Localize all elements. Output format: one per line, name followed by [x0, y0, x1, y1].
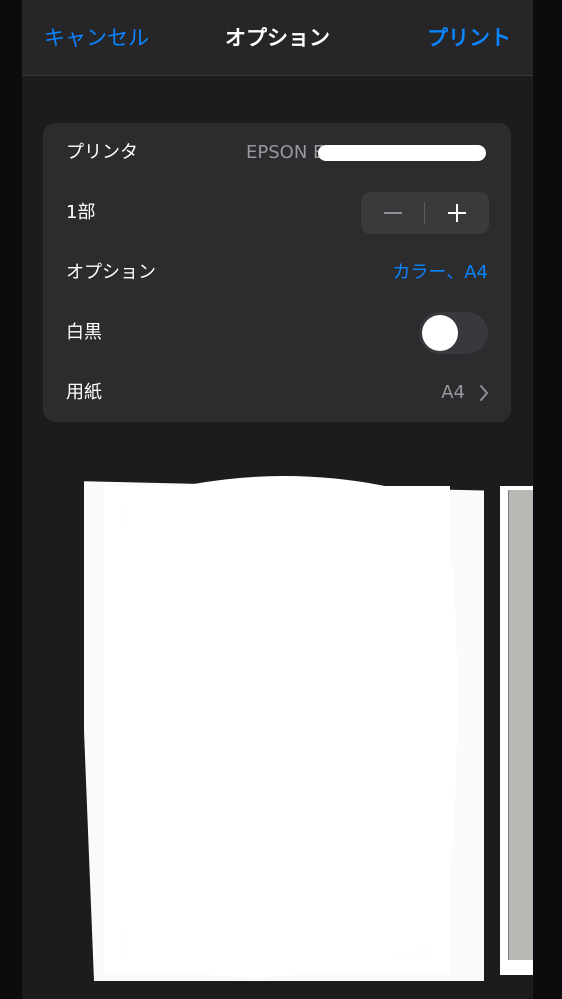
page-preview[interactable]	[84, 476, 484, 981]
increment-button[interactable]	[425, 192, 489, 234]
paper-value: A4	[441, 382, 465, 403]
bw-toggle[interactable]	[419, 312, 488, 354]
plus-icon	[448, 204, 466, 222]
options-value[interactable]: カラー、A4	[392, 243, 488, 303]
navigation-bar: キャンセル オプション プリント	[22, 0, 533, 76]
printer-row[interactable]: プリンタ EPSON EP	[43, 123, 511, 183]
decrement-button[interactable]	[361, 192, 425, 234]
bw-label: 白黒	[66, 322, 102, 343]
print-options-sheet: キャンセル オプション プリント プリンタ EPSON EP 1部 オプション …	[22, 0, 533, 999]
options-row[interactable]: オプション カラー、A4	[43, 243, 511, 303]
minus-icon	[384, 212, 402, 214]
copies-stepper[interactable]	[361, 192, 489, 234]
copies-label: 1部	[66, 202, 96, 223]
page-preview-2[interactable]	[500, 486, 533, 975]
paper-row[interactable]: 用紙 A4	[43, 363, 511, 423]
settings-card: プリンタ EPSON EP 1部 オプション カラー、A4 白黒 用紙 A4	[43, 123, 511, 422]
options-label: オプション	[66, 262, 156, 283]
redaction-scribble	[84, 476, 484, 981]
print-button[interactable]: プリント	[427, 22, 511, 52]
printer-label: プリンタ	[66, 142, 138, 163]
paper-label: 用紙	[66, 382, 102, 403]
redaction-mark	[318, 145, 486, 161]
toggle-knob	[422, 315, 458, 351]
chevron-right-icon	[480, 385, 488, 401]
page-preview-2-content	[508, 490, 533, 960]
